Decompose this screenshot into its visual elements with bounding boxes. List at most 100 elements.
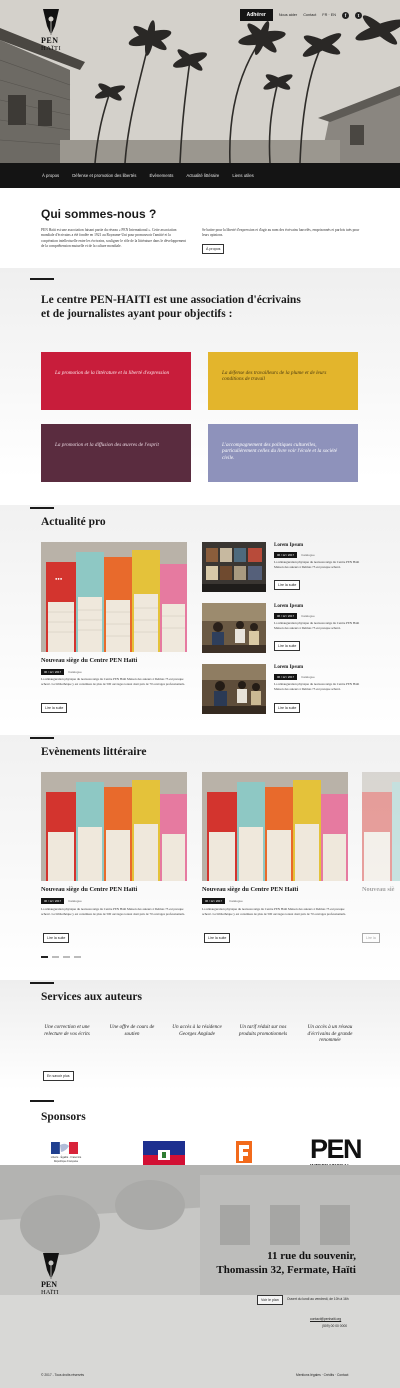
service-item-1: Une correction et une relecture de vos é…: [44, 1024, 90, 1037]
service-item-4: Un tarif réduit sur nos produits promoti…: [238, 1024, 288, 1037]
sponsor-pen-international[interactable]: PEN INTERNATIONAL: [310, 1134, 363, 1169]
footer-logo-pen: PEN: [41, 1280, 57, 1289]
footer-address: 11 rue du souvenir, Thomassin 32, Fermat…: [216, 1249, 356, 1277]
objective-card-2: La défense des travailleurs de la plume …: [208, 352, 358, 410]
event-title-2[interactable]: Nouveau siège du Centre PEN Haïti: [202, 886, 298, 893]
svg-text:●●●: ●●●: [55, 576, 63, 581]
category-label[interactable]: Catalogue: [301, 675, 315, 679]
pen-haiti-logo[interactable]: PEN HAÏTI: [41, 8, 61, 56]
adherer-button[interactable]: Adhérer: [239, 9, 273, 21]
side-read-more-button-3[interactable]: Lire la suite: [274, 703, 301, 713]
books-photo: [362, 772, 400, 881]
main-nav: À propos Défense et promotion des libert…: [0, 163, 400, 188]
ambassade-motto: Liberté · Égalité · Fraternité: [51, 1156, 82, 1159]
section-divider: [30, 507, 54, 509]
carousel-dot-3[interactable]: [63, 956, 70, 958]
about-title: Qui sommes-nous ?: [41, 207, 157, 221]
a-propos-button[interactable]: À propos: [202, 244, 225, 254]
section-divider: [30, 1100, 54, 1102]
category-label[interactable]: Catalogue: [301, 553, 315, 557]
books-photo: ●●●: [41, 542, 187, 652]
event-meta-2: 06 / 12 / 2017 Catalogue: [202, 898, 243, 904]
objective-card-4: L'accompagnement des politiques culturel…: [208, 424, 358, 482]
event-image-3[interactable]: [362, 772, 400, 881]
nav-item-actualite[interactable]: Actualité littéraire: [186, 173, 219, 178]
voir-plan-button[interactable]: Voir le plan: [257, 1295, 283, 1305]
featured-image[interactable]: ●●●: [41, 542, 187, 652]
side-thumb-1[interactable]: [202, 542, 266, 592]
nav-item-liens[interactable]: Liens utiles: [232, 173, 254, 178]
category-label[interactable]: Catalogue: [229, 899, 243, 903]
event-image-2[interactable]: [202, 772, 348, 881]
date-badge: 06 / 12 / 2017: [41, 669, 65, 675]
facebook-icon[interactable]: f: [342, 11, 349, 19]
actualite-title: Actualité pro: [41, 516, 106, 528]
sponsors-title: Sponsors: [41, 1111, 86, 1123]
twitter-icon[interactable]: t: [355, 11, 362, 19]
carousel-dot-4[interactable]: [74, 956, 81, 958]
footer-email-link[interactable]: contact@penhaiti.org: [310, 1317, 341, 1321]
footer-phone: (509) 00 00 0000: [322, 1324, 348, 1328]
section-divider: [30, 982, 54, 984]
contact-link[interactable]: Contact: [303, 13, 316, 17]
copyright: © 2017 - Tous droits réservés: [41, 1373, 85, 1377]
service-item-2: Une offre de cours de soutien: [109, 1024, 155, 1037]
side-thumb-3[interactable]: [202, 664, 266, 714]
top-bar: Adhérer Nous aider Contact FR · EN f t: [239, 9, 362, 21]
event-read-more-button-1[interactable]: Lire la suite: [43, 933, 70, 943]
nous-aider-link[interactable]: Nous aider: [279, 13, 297, 17]
pen-nib-icon: [43, 9, 59, 35]
marianne-logo: Liberté · Égalité · Fraternité Républiqu…: [51, 1141, 82, 1163]
date-badge: 06 / 12 / 2017: [202, 898, 226, 904]
side-meta-1: 06 / 12 / 2017 Catalogue: [274, 552, 315, 558]
side-read-more-button-1[interactable]: Lire la suite: [274, 580, 301, 590]
services-title: Services aux auteurs: [41, 991, 142, 1003]
featured-excerpt: La réinauguration physique du nouveau si…: [41, 677, 186, 686]
section-divider: [30, 278, 54, 280]
side-thumb-2[interactable]: [202, 603, 266, 653]
side-title-3[interactable]: Lorem Ipsum: [274, 665, 303, 670]
nav-item-defense[interactable]: Défense et promotion des libertés: [72, 173, 136, 178]
ambassade-republique: République Française: [54, 1160, 79, 1163]
category-label[interactable]: Catalogue: [301, 614, 315, 618]
objective-card-3: La promotion et la diffusion des œuvres …: [41, 424, 191, 482]
carousel-dot-2[interactable]: [52, 956, 59, 958]
category-label[interactable]: Catalogue: [68, 670, 82, 674]
event-title-3[interactable]: Nouveau siè: [362, 886, 400, 893]
featured-read-more-button[interactable]: Lire la suite: [41, 703, 68, 713]
side-excerpt-2: La réinauguration physique du nouveau si…: [274, 621, 360, 630]
event-title-1[interactable]: Nouveau siège du Centre PEN Haïti: [41, 886, 137, 893]
services-more-button[interactable]: En savoir plus: [43, 1071, 74, 1081]
featured-title[interactable]: Nouveau siège du Centre PEN Haïti: [41, 657, 137, 664]
footer-logo[interactable]: PEN HAÏTI: [41, 1252, 61, 1300]
books-photo: [202, 772, 348, 881]
event-read-more-button-3[interactable]: Lire la: [362, 933, 380, 943]
language-switcher[interactable]: FR · EN: [322, 13, 336, 17]
event-excerpt-1: La réinauguration physique du nouveau si…: [41, 907, 186, 916]
objective-card-1: La promotion de la littérature et la lib…: [41, 352, 191, 410]
side-title-1[interactable]: Lorem Ipsum: [274, 543, 303, 548]
event-image-1[interactable]: [41, 772, 187, 881]
carousel-pagination: [41, 956, 81, 958]
category-label[interactable]: Catalogue: [68, 899, 82, 903]
legal-links[interactable]: Mentions légales · Crédits · Contact: [296, 1373, 348, 1377]
bookstore-photo: [202, 542, 266, 592]
about-text-left: PEN Haïti est une association faisant pa…: [41, 228, 186, 248]
event-excerpt-2: La réinauguration physique du nouveau si…: [202, 907, 347, 916]
service-item-5: Un accès à un réseau d'écrivains de gran…: [307, 1024, 353, 1044]
date-badge: 06 / 12 / 2017: [41, 898, 65, 904]
side-excerpt-1: La réinauguration physique du nouveau si…: [274, 560, 360, 569]
side-title-2[interactable]: Lorem Ipsum: [274, 604, 303, 609]
pen-international-logo: PEN: [310, 1134, 363, 1164]
about-text-right: Se battre pour la liberté d'expression e…: [202, 228, 360, 238]
event-read-more-button-2[interactable]: Lire la suite: [204, 933, 231, 943]
address-line-2: Thomassin 32, Fermate, Haïti: [216, 1264, 356, 1276]
pen-nib-icon: [43, 1253, 59, 1279]
side-read-more-button-2[interactable]: Lire la suite: [274, 641, 301, 651]
carousel-dot-1[interactable]: [41, 956, 48, 958]
event-meta-1: 06 / 12 / 2017 Catalogue: [41, 898, 82, 904]
nav-item-evenements[interactable]: Évènements: [149, 173, 173, 178]
opening-hours: Ouvert du lundi au vendredi, de 10h à 16…: [287, 1297, 349, 1301]
nav-item-a-propos[interactable]: À propos: [42, 173, 59, 178]
date-badge: 06 / 12 / 2017: [274, 674, 298, 680]
